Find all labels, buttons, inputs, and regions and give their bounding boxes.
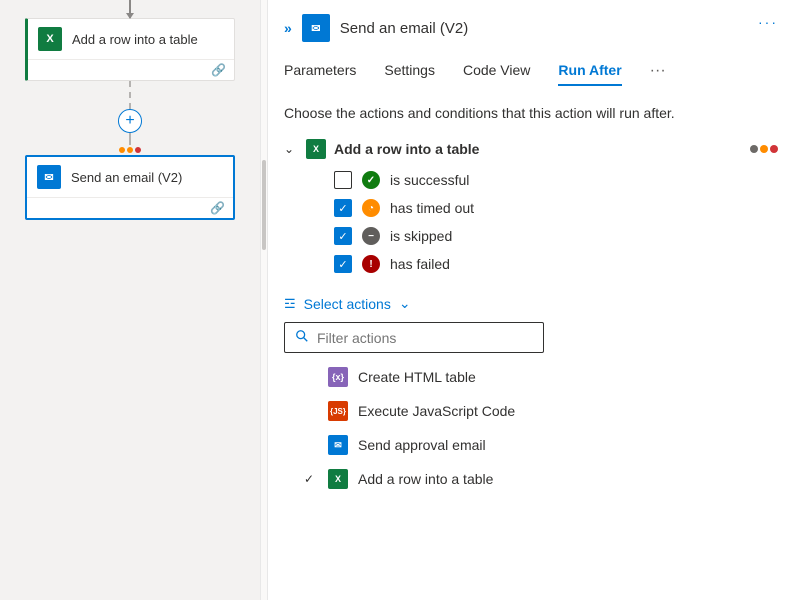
collapse-panel-button[interactable]: » — [284, 20, 292, 36]
scrollbar[interactable] — [260, 0, 268, 600]
panel-more-button[interactable]: ··· — [758, 14, 778, 30]
failed-icon: ! — [362, 255, 380, 273]
outlook-icon: ✉ — [37, 165, 61, 189]
filter-actions-input[interactable] — [317, 330, 533, 346]
status-dots — [750, 145, 778, 153]
action-option-js-code[interactable]: {JS} Execute JavaScript Code — [284, 395, 778, 427]
timeout-icon: ◔ — [362, 199, 380, 217]
select-actions-toggle[interactable]: ☲ Select actions ⌄ — [284, 295, 778, 312]
add-step-button[interactable]: + — [118, 109, 142, 133]
dashed-connector — [129, 133, 131, 145]
scrollbar-thumb[interactable] — [262, 160, 266, 250]
filter-actions-box[interactable] — [284, 322, 544, 353]
condition-action-header[interactable]: ⌄ X Add a row into a table — [284, 139, 778, 159]
tab-codeview[interactable]: Code View — [463, 56, 530, 86]
outlook-icon: ✉ — [302, 14, 330, 42]
inline-code-icon: {JS} — [328, 401, 348, 421]
checkmark-icon: ✓ — [304, 472, 318, 486]
search-icon — [295, 329, 309, 346]
node-label: Add a row into a table — [72, 32, 198, 47]
status-indicator-dots — [119, 147, 141, 153]
dashed-connector — [129, 81, 131, 109]
data-operation-icon: {x} — [328, 367, 348, 387]
action-label: Add a row into a table — [358, 471, 493, 487]
action-label: Send approval email — [358, 437, 486, 453]
flow-canvas[interactable]: X Add a row into a table 🔗 + ✉ Send an e… — [0, 0, 260, 600]
checkbox-checked[interactable]: ✓ — [334, 255, 352, 273]
panel-title: Send an email (V2) — [340, 20, 468, 37]
list-icon: ☲ — [284, 296, 296, 312]
chevron-down-icon: ⌄ — [284, 142, 298, 156]
tab-settings[interactable]: Settings — [384, 56, 435, 86]
link-icon: 🔗 — [211, 63, 226, 77]
condition-label: is successful — [390, 172, 469, 188]
condition-failed[interactable]: ✓ ! has failed — [334, 255, 778, 273]
link-icon: 🔗 — [210, 201, 225, 215]
condition-label: has timed out — [390, 200, 474, 216]
canvas-node-send-email[interactable]: ✉ Send an email (V2) 🔗 — [25, 155, 235, 220]
checkbox-unchecked[interactable] — [334, 171, 352, 189]
arrow-down-icon — [129, 0, 131, 18]
node-label: Send an email (V2) — [71, 170, 182, 185]
excel-icon: X — [328, 469, 348, 489]
details-panel: ··· » ✉ Send an email (V2) Parameters Se… — [268, 0, 800, 600]
action-label: Execute JavaScript Code — [358, 403, 515, 419]
run-after-description: Choose the actions and conditions that t… — [284, 105, 778, 121]
checkbox-checked[interactable]: ✓ — [334, 199, 352, 217]
condition-timeout[interactable]: ✓ ◔ has timed out — [334, 199, 778, 217]
skipped-icon: − — [362, 227, 380, 245]
chevron-down-icon: ⌄ — [399, 295, 411, 312]
condition-label: is skipped — [390, 228, 452, 244]
select-actions-label: Select actions — [304, 296, 391, 312]
tab-more-button[interactable]: ··· — [650, 56, 666, 86]
action-options-list: {x} Create HTML table {JS} Execute JavaS… — [284, 361, 778, 495]
panel-tabs: Parameters Settings Code View Run After … — [284, 56, 778, 87]
condition-label: has failed — [390, 256, 450, 272]
condition-action-name: Add a row into a table — [334, 141, 479, 157]
action-option-html-table[interactable]: {x} Create HTML table — [284, 361, 778, 393]
canvas-node-add-row[interactable]: X Add a row into a table 🔗 — [25, 18, 235, 81]
action-option-approval[interactable]: ✉ Send approval email — [284, 429, 778, 461]
action-label: Create HTML table — [358, 369, 476, 385]
outlook-icon: ✉ — [328, 435, 348, 455]
excel-icon: X — [306, 139, 326, 159]
condition-successful[interactable]: ✓ is successful — [334, 171, 778, 189]
excel-icon: X — [38, 27, 62, 51]
tab-runafter[interactable]: Run After — [558, 56, 621, 86]
condition-skipped[interactable]: ✓ − is skipped — [334, 227, 778, 245]
success-icon: ✓ — [362, 171, 380, 189]
tab-parameters[interactable]: Parameters — [284, 56, 356, 86]
action-option-add-row[interactable]: ✓ X Add a row into a table — [284, 463, 778, 495]
checkbox-checked[interactable]: ✓ — [334, 227, 352, 245]
